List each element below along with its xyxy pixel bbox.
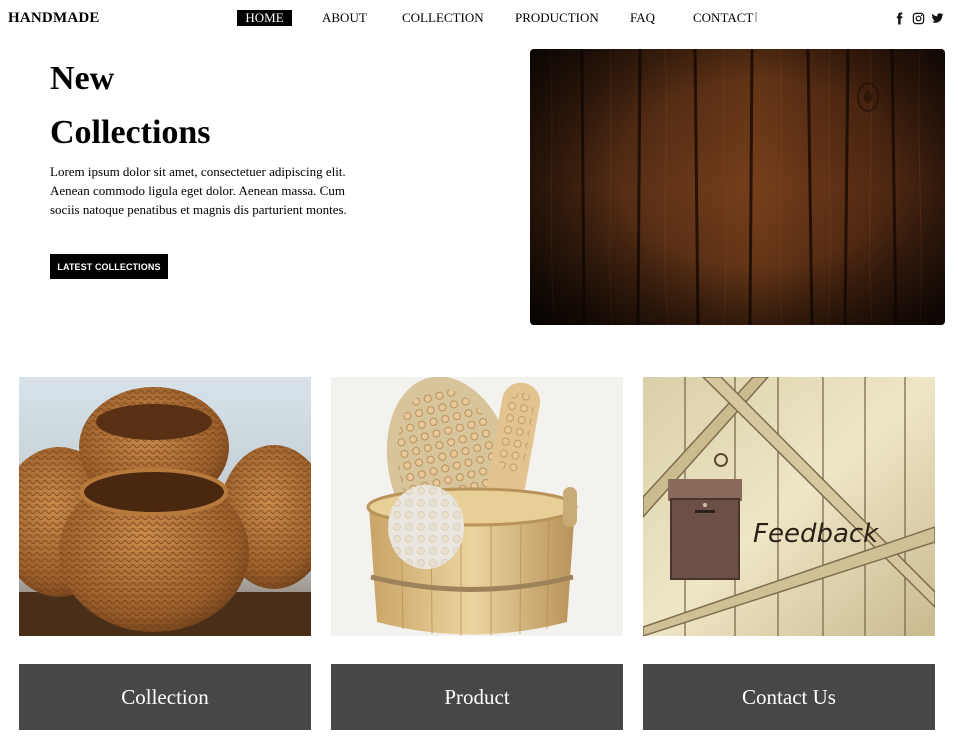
brand-logo[interactable]: HANDMADE <box>8 10 100 27</box>
nav-divider <box>755 12 757 22</box>
card-image-bath-products[interactable] <box>331 377 623 636</box>
instagram-icon[interactable] <box>912 12 925 25</box>
nav-contact[interactable]: CONTACT <box>693 10 753 26</box>
latest-collections-button[interactable]: LATEST COLLECTIONS <box>50 254 168 279</box>
nav-home[interactable]: HOME <box>237 10 292 26</box>
hero-title: New Collections <box>50 52 211 160</box>
nav-faq[interactable]: FAQ <box>630 10 655 26</box>
product-card-button[interactable]: Product <box>331 664 623 730</box>
nav-about[interactable]: ABOUT <box>322 10 367 26</box>
hero-description: Lorem ipsum dolor sit amet, consectetuer… <box>50 164 347 218</box>
facebook-icon[interactable] <box>893 12 906 25</box>
nav-production[interactable]: PRODUCTION <box>515 10 599 26</box>
hero-title-line1: New <box>50 60 115 97</box>
contact-us-card-button[interactable]: Contact Us <box>643 664 935 730</box>
social-links <box>893 10 944 26</box>
collection-card-button[interactable]: Collection <box>19 664 311 730</box>
hero-title-line2: Collections <box>50 114 211 151</box>
nav-collection[interactable]: COLLECTION <box>402 10 484 26</box>
card-image-wicker-baskets[interactable] <box>19 377 311 636</box>
feedback-image-text: Feedback <box>753 519 879 549</box>
hero-image-wood <box>530 49 945 325</box>
card-image-feedback-mailbox[interactable]: Feedback <box>643 377 935 636</box>
twitter-icon[interactable] <box>931 12 944 25</box>
